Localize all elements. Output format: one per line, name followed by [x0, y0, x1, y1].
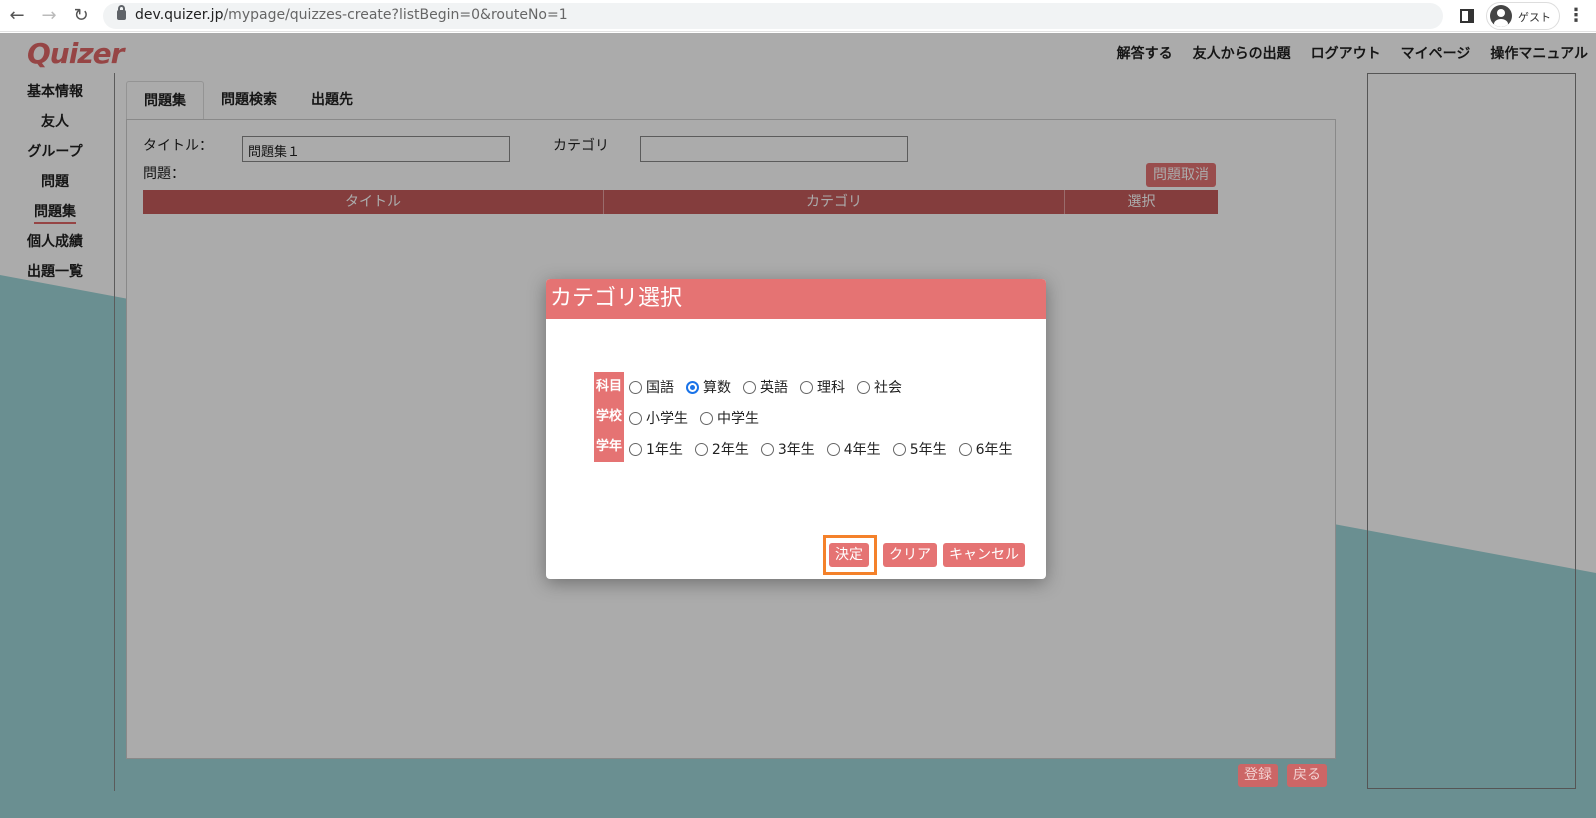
subject-radio-group: 国語 算数 英語 理科 社会	[629, 373, 914, 401]
url-host: dev.quizer.jp	[135, 7, 224, 23]
radio-option-grade-4[interactable]: 4年生	[826, 435, 881, 463]
cancel-button[interactable]: キャンセル	[943, 543, 1025, 567]
radio-button[interactable]	[743, 380, 756, 394]
radio-label: 2年生	[711, 442, 749, 458]
radio-button[interactable]	[629, 380, 642, 394]
radio-label: 国語	[646, 380, 674, 396]
radio-label: 4年生	[843, 442, 881, 458]
clear-button[interactable]: クリア	[883, 543, 937, 567]
side-panel-icon[interactable]	[1460, 9, 1474, 23]
radio-option-grade-2[interactable]: 2年生	[694, 435, 749, 463]
grade-radio-group: 1年生 2年生 3年生 4年生 5年生 6年生	[629, 435, 1025, 463]
radio-label: 5年生	[909, 442, 947, 458]
radio-button[interactable]	[760, 442, 774, 456]
radio-option-grade-3[interactable]: 3年生	[760, 435, 815, 463]
radio-button[interactable]	[629, 442, 642, 456]
radio-option-grade-5[interactable]: 5年生	[892, 435, 947, 463]
profile-label: ゲスト	[1518, 11, 1551, 24]
avatar-icon	[1490, 5, 1512, 27]
browser-toolbar: ← → ↻ dev.quizer.jp/mypage/quizzes-creat…	[0, 0, 1596, 32]
forward-icon[interactable]: →	[36, 4, 62, 28]
lock-icon	[117, 5, 126, 20]
radio-label: 1年生	[646, 442, 683, 458]
address-bar[interactable]: dev.quizer.jp/mypage/quizzes-create?list…	[103, 3, 1443, 29]
profile-button[interactable]: ゲスト	[1486, 2, 1560, 30]
radio-button-checked[interactable]	[686, 380, 699, 394]
school-label: 学校	[594, 402, 624, 432]
radio-option-kokugo[interactable]: 国語	[629, 373, 674, 401]
radio-option-grade-6[interactable]: 6年生	[958, 435, 1013, 463]
radio-button[interactable]	[857, 380, 870, 394]
radio-option-rika[interactable]: 理科	[800, 373, 845, 401]
radio-button[interactable]	[892, 442, 906, 456]
school-radio-group: 小学生 中学生	[629, 404, 771, 432]
radio-label: 算数	[703, 380, 731, 396]
radio-button[interactable]	[800, 380, 813, 394]
radio-label: 理科	[817, 380, 845, 396]
radio-option-shakai[interactable]: 社会	[857, 373, 902, 401]
menu-icon[interactable]: ⋮	[1566, 4, 1586, 28]
radio-button[interactable]	[629, 411, 642, 425]
radio-button[interactable]	[958, 442, 972, 456]
radio-option-eigo[interactable]: 英語	[743, 373, 788, 401]
radio-option-grade-1[interactable]: 1年生	[629, 435, 683, 463]
radio-button[interactable]	[700, 411, 713, 425]
radio-button[interactable]	[694, 442, 708, 456]
category-select-dialog: カテゴリ選択 科目 国語 算数 英語 理科 社会 学校 小学生 中学生 学年 1…	[546, 279, 1046, 579]
subject-label: 科目	[594, 372, 624, 402]
radio-label: 社会	[874, 380, 902, 396]
radio-label: 中学生	[717, 411, 759, 427]
reload-icon[interactable]: ↻	[68, 4, 94, 28]
radio-option-elementary[interactable]: 小学生	[629, 404, 688, 432]
radio-label: 英語	[760, 380, 788, 396]
url-path: /mypage/quizzes-create?listBegin=0&route…	[223, 7, 568, 23]
radio-option-sansu[interactable]: 算数	[686, 373, 731, 401]
grade-label: 学年	[594, 432, 624, 462]
confirm-button[interactable]: 決定	[829, 543, 869, 567]
back-button[interactable]: 戻る	[1287, 764, 1327, 787]
radio-label: 3年生	[777, 442, 815, 458]
right-panel	[1367, 73, 1576, 789]
radio-label: 小学生	[646, 411, 688, 427]
back-icon[interactable]: ←	[4, 4, 30, 28]
radio-button[interactable]	[826, 442, 840, 456]
register-button[interactable]: 登録	[1238, 764, 1278, 787]
url-text: dev.quizer.jp/mypage/quizzes-create?list…	[135, 7, 568, 23]
radio-label: 6年生	[975, 442, 1013, 458]
dialog-title: カテゴリ選択	[546, 279, 1046, 319]
radio-option-junior-high[interactable]: 中学生	[700, 404, 759, 432]
